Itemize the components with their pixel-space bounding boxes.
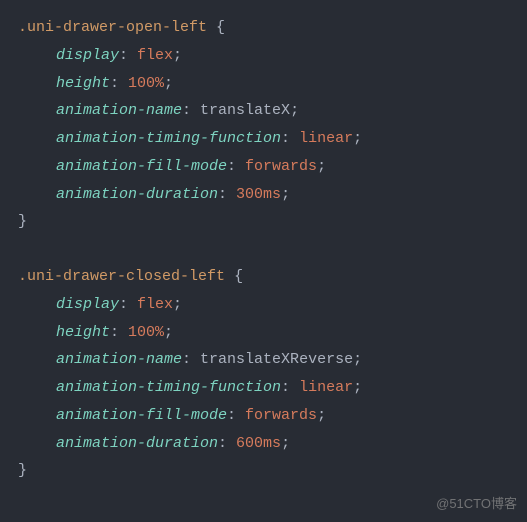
close-brace: }	[18, 213, 27, 230]
css-property: animation-fill-mode	[56, 407, 227, 424]
open-brace: {	[216, 19, 225, 36]
close-brace: }	[18, 462, 27, 479]
close-brace-line: }	[18, 457, 517, 485]
semicolon: ;	[164, 324, 173, 341]
semicolon: ;	[317, 407, 326, 424]
css-value: flex	[137, 47, 173, 64]
semicolon: ;	[173, 47, 182, 64]
semicolon: ;	[353, 351, 362, 368]
semicolon: ;	[281, 435, 290, 452]
css-property: display	[56, 47, 119, 64]
colon: :	[281, 130, 299, 147]
open-brace: {	[234, 268, 243, 285]
css-property: animation-timing-function	[56, 379, 281, 396]
semicolon: ;	[317, 158, 326, 175]
css-selector-line: .uni-drawer-open-left {	[18, 14, 517, 42]
css-value: linear	[299, 379, 353, 396]
css-value: forwards	[245, 158, 317, 175]
css-property: animation-fill-mode	[56, 158, 227, 175]
blank-line	[18, 236, 517, 263]
semicolon: ;	[281, 186, 290, 203]
css-property: animation-timing-function	[56, 130, 281, 147]
semicolon: ;	[353, 130, 362, 147]
css-declaration: display: flex;	[18, 291, 517, 319]
css-declaration: height: 100%;	[18, 70, 517, 98]
css-declaration: animation-fill-mode: forwards;	[18, 153, 517, 181]
css-property: animation-duration	[56, 186, 218, 203]
colon: :	[110, 324, 128, 341]
css-value: 100%	[128, 324, 164, 341]
css-declaration: animation-fill-mode: forwards;	[18, 402, 517, 430]
colon: :	[218, 186, 236, 203]
css-declaration: animation-timing-function: linear;	[18, 125, 517, 153]
colon: :	[281, 379, 299, 396]
css-declaration: animation-duration: 300ms;	[18, 181, 517, 209]
css-value: 100%	[128, 75, 164, 92]
colon: :	[227, 407, 245, 424]
css-property: animation-duration	[56, 435, 218, 452]
colon: :	[119, 47, 137, 64]
css-value: translateXReverse	[200, 351, 353, 368]
semicolon: ;	[353, 379, 362, 396]
css-value: forwards	[245, 407, 317, 424]
css-value: translateX	[200, 102, 290, 119]
css-declaration: animation-duration: 600ms;	[18, 430, 517, 458]
css-declaration: animation-name: translateX;	[18, 97, 517, 125]
colon: :	[110, 75, 128, 92]
close-brace-line: }	[18, 208, 517, 236]
colon: :	[182, 102, 200, 119]
semicolon: ;	[164, 75, 173, 92]
colon: :	[218, 435, 236, 452]
colon: :	[119, 296, 137, 313]
css-declaration: display: flex;	[18, 42, 517, 70]
css-declaration: height: 100%;	[18, 319, 517, 347]
css-property: display	[56, 296, 119, 313]
semicolon: ;	[290, 102, 299, 119]
css-property: animation-name	[56, 351, 182, 368]
css-value: flex	[137, 296, 173, 313]
css-property: height	[56, 75, 110, 92]
css-value: 300ms	[236, 186, 281, 203]
css-value: linear	[299, 130, 353, 147]
css-property: animation-name	[56, 102, 182, 119]
css-declaration: animation-name: translateXReverse;	[18, 346, 517, 374]
css-value: 600ms	[236, 435, 281, 452]
css-selector: .uni-drawer-open-left	[18, 19, 207, 36]
colon: :	[182, 351, 200, 368]
css-property: height	[56, 324, 110, 341]
css-selector: .uni-drawer-closed-left	[18, 268, 225, 285]
css-code-block: .uni-drawer-open-left {display: flex;hei…	[18, 14, 517, 485]
watermark-text: @51CTO博客	[436, 492, 517, 516]
css-declaration: animation-timing-function: linear;	[18, 374, 517, 402]
colon: :	[227, 158, 245, 175]
css-selector-line: .uni-drawer-closed-left {	[18, 263, 517, 291]
semicolon: ;	[173, 296, 182, 313]
